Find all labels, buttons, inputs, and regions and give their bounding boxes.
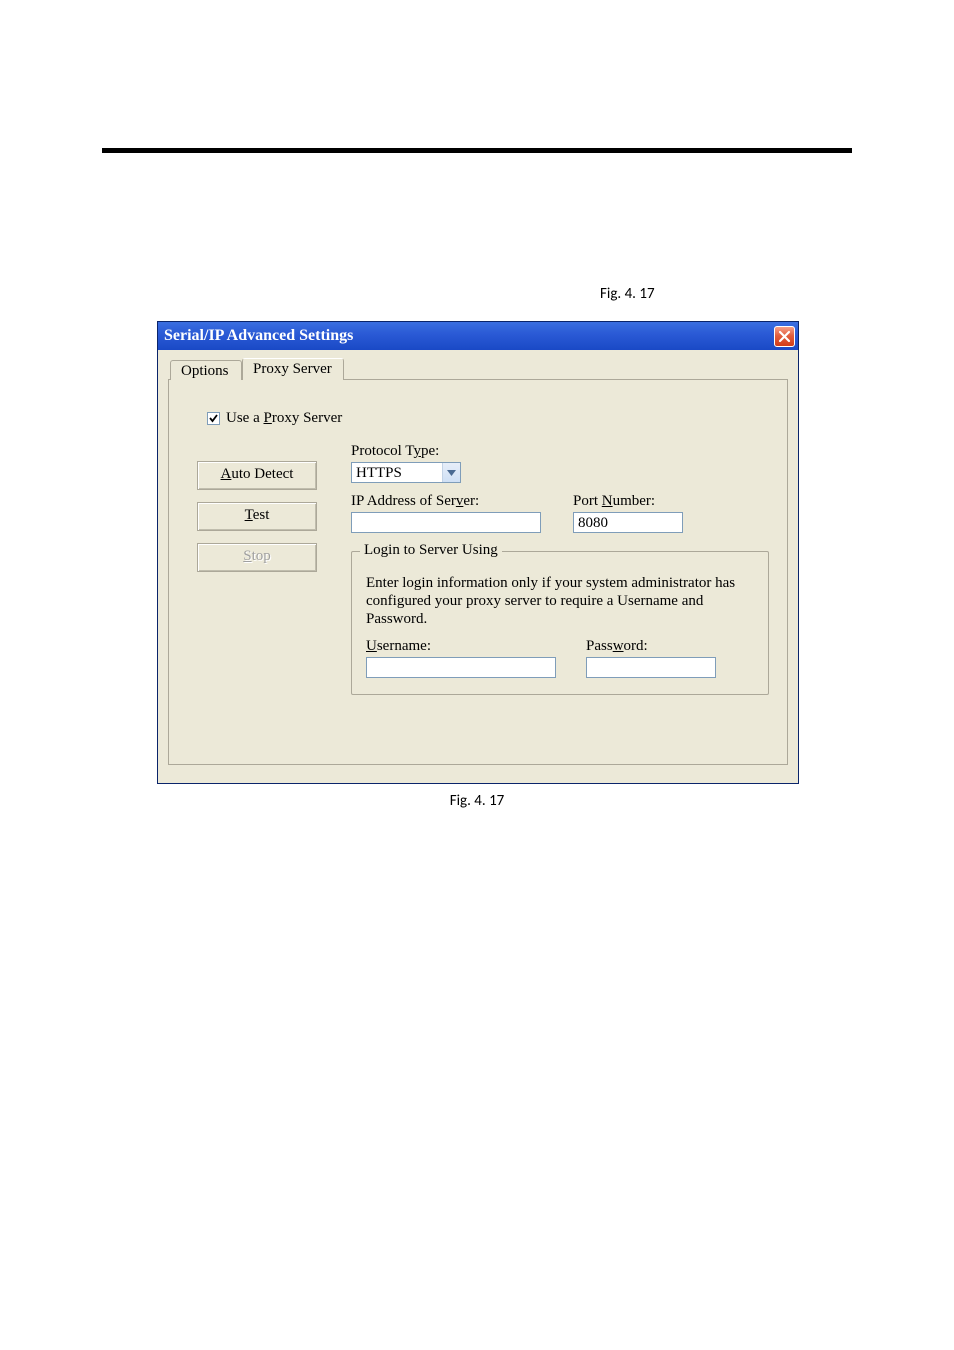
username-input[interactable]: [366, 657, 556, 678]
username-label: Username:: [366, 638, 556, 655]
auto-detect-button[interactable]: Auto Detect: [197, 461, 317, 490]
button-column: Auto Detect Test Stop: [197, 443, 347, 695]
login-group-description: Enter login information only if your sys…: [366, 574, 754, 628]
use-proxy-row: Use a Proxy Server: [207, 410, 769, 427]
titlebar[interactable]: Serial/IP Advanced Settings: [158, 322, 798, 350]
ip-address-label: IP Address of Server:: [351, 493, 541, 510]
ip-address-input[interactable]: [351, 512, 541, 533]
port-number-input[interactable]: 8080: [573, 512, 683, 533]
stop-button: Stop: [197, 543, 317, 572]
tab-options[interactable]: Options: [170, 360, 242, 380]
settings-column: Protocol Type: HTTPS IP Address of Serve…: [347, 443, 769, 695]
close-button[interactable]: [774, 326, 795, 347]
dialog-client-area: Options Proxy Server Use a Proxy Server …: [158, 350, 798, 783]
page-divider: [102, 148, 852, 153]
tab-strip: Options Proxy Server: [168, 358, 788, 380]
test-button[interactable]: Test: [197, 502, 317, 531]
checkmark-icon: [208, 413, 219, 424]
password-input[interactable]: [586, 657, 716, 678]
protocol-type-select[interactable]: HTTPS: [351, 462, 461, 483]
figure-caption-bottom: Fig. 4. 17: [157, 792, 797, 810]
figure-caption-top: Fig. 4. 17: [600, 285, 954, 303]
use-proxy-label: Use a Proxy Server: [226, 410, 342, 427]
protocol-type-label: Protocol Type:: [351, 443, 769, 460]
use-proxy-checkbox[interactable]: [207, 412, 220, 425]
chevron-down-icon: [442, 463, 460, 482]
port-number-label: Port Number:: [573, 493, 683, 510]
titlebar-text: Serial/IP Advanced Settings: [164, 327, 774, 345]
close-icon: [778, 330, 791, 343]
tab-proxy-server[interactable]: Proxy Server: [242, 358, 344, 380]
login-group-legend: Login to Server Using: [360, 542, 502, 559]
tab-panel-proxy: Use a Proxy Server Auto Detect Test Stop: [168, 379, 788, 765]
protocol-type-value: HTTPS: [352, 463, 442, 482]
advanced-settings-dialog: Serial/IP Advanced Settings Options Prox…: [157, 321, 799, 784]
login-groupbox: Login to Server Using Enter login inform…: [351, 551, 769, 695]
password-label: Password:: [586, 638, 716, 655]
